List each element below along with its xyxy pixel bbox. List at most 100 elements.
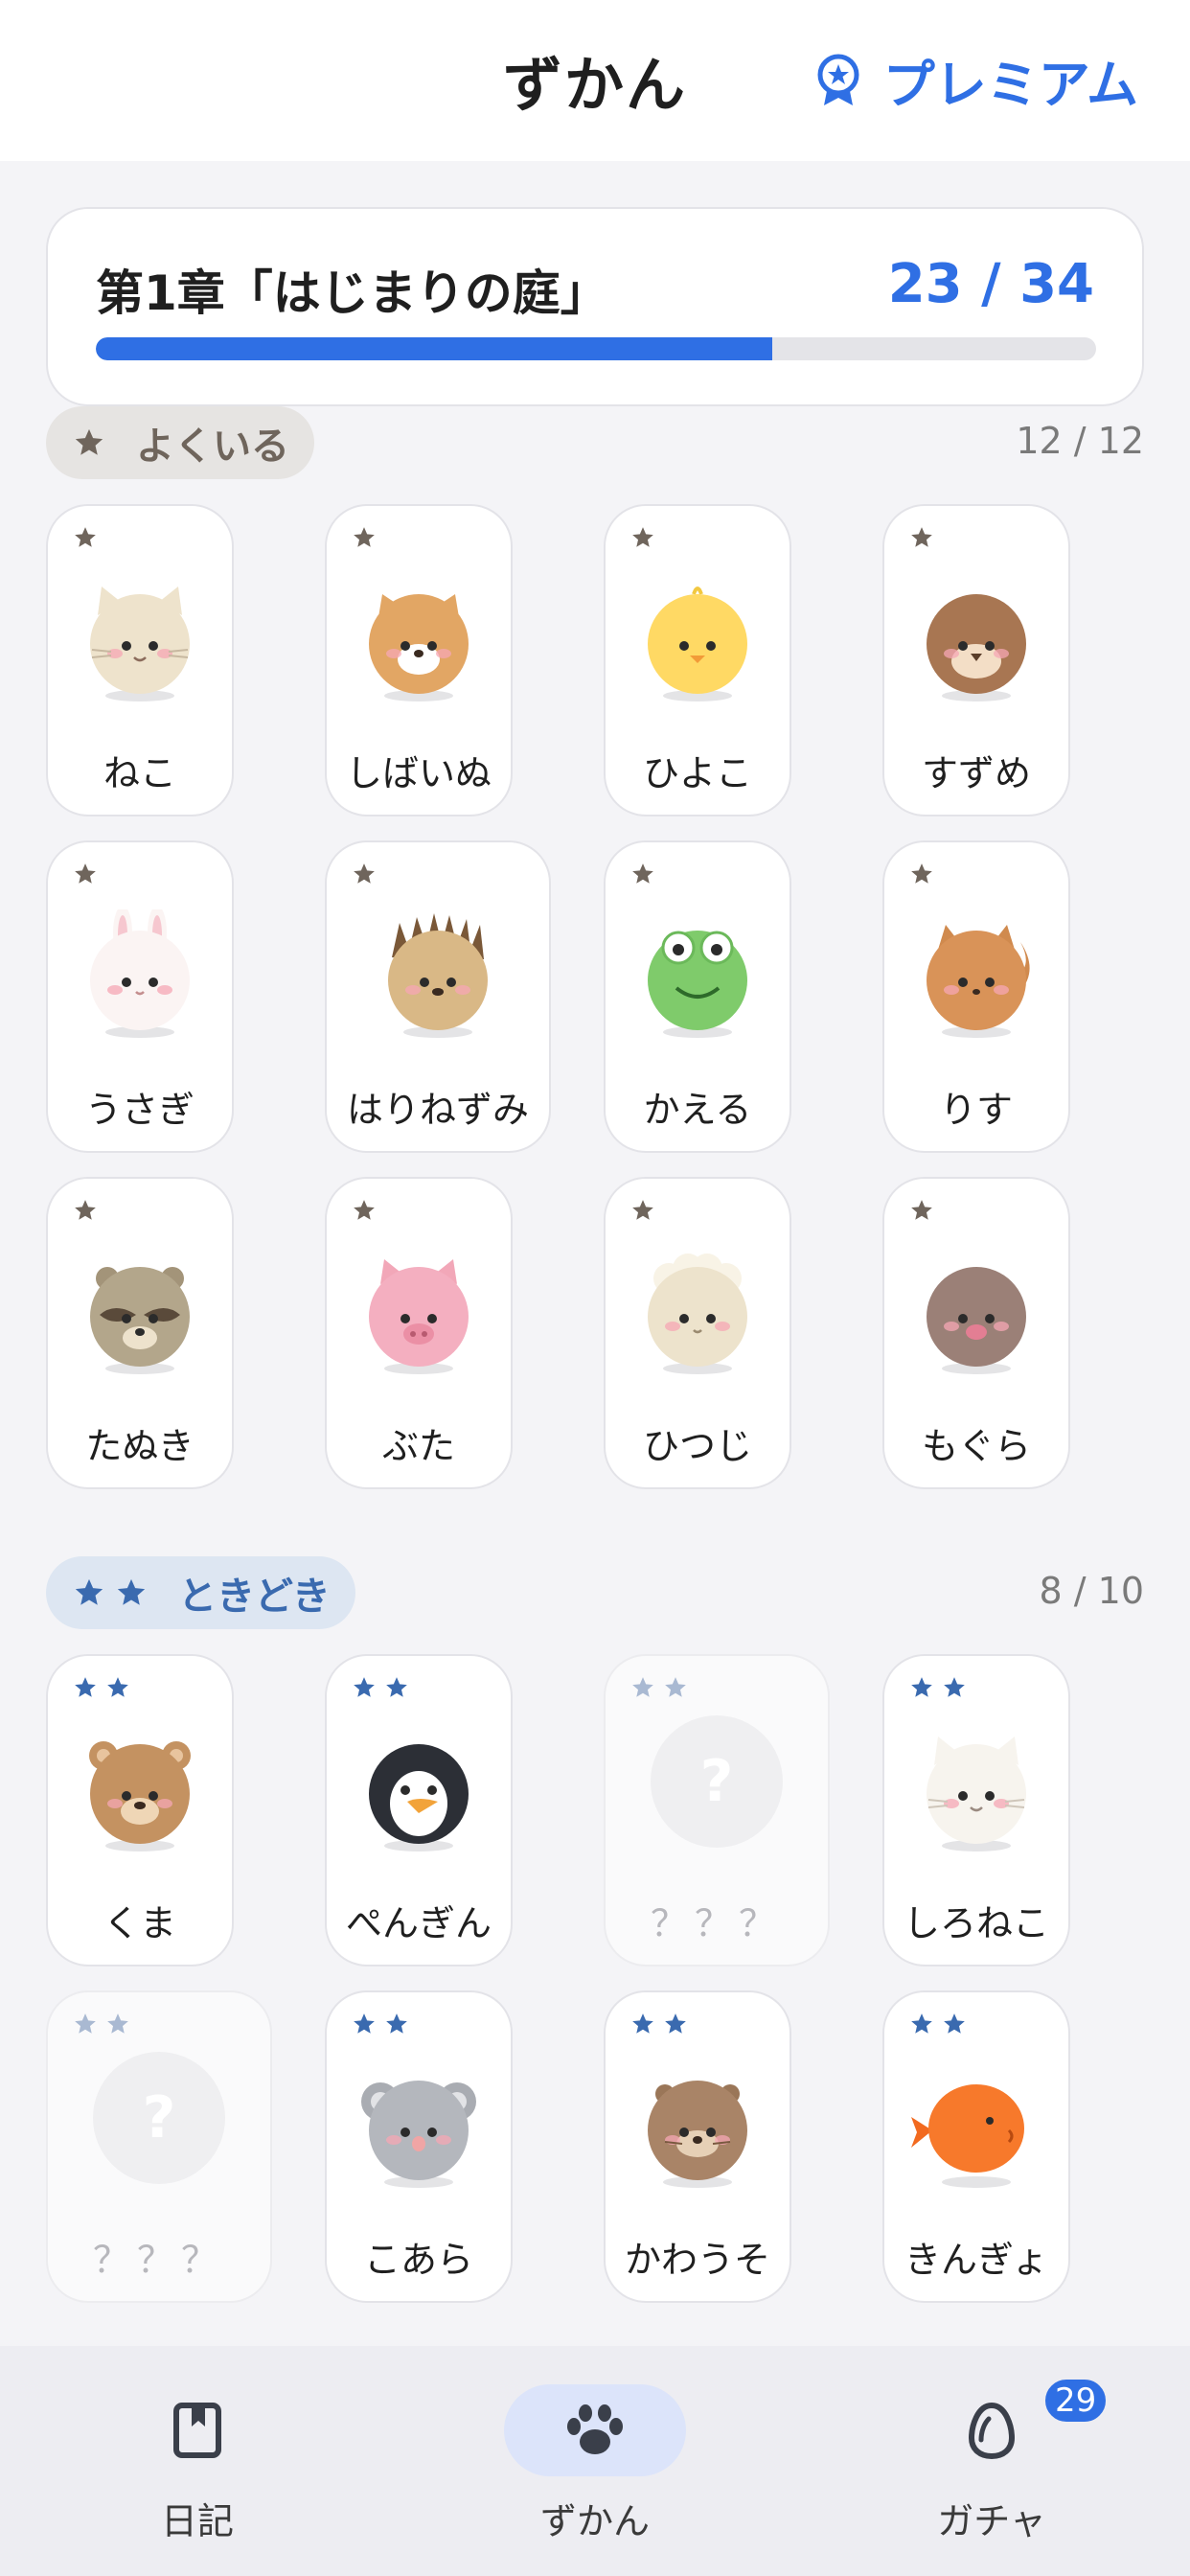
star-icon — [665, 2013, 686, 2034]
nav-label: ずかん — [539, 2500, 650, 2542]
card-name: ねこ — [103, 752, 176, 794]
rarity-pill-sometimes: ときどき — [46, 1556, 355, 1629]
section-header-common: よくいる 12 / 12 — [46, 406, 1144, 479]
card-rarity-stars — [630, 2012, 696, 2036]
star-icon — [632, 863, 653, 884]
zukan-card-shiba[interactable]: しばいぬ — [325, 504, 513, 816]
card-rarity-stars — [909, 1198, 942, 1223]
card-rarity-stars — [73, 862, 105, 886]
rabbit-avatar-icon — [90, 909, 190, 1038]
zukan-card-koala[interactable]: こあら — [325, 1990, 513, 2303]
card-rarity-stars — [630, 1675, 696, 1700]
card-name: ひつじ — [642, 1425, 752, 1467]
card-rarity-stars — [909, 525, 942, 550]
star-icon — [632, 1677, 653, 1697]
gacha-count-badge: 29 — [1042, 2377, 1110, 2425]
unknown-avatar-icon: ? — [93, 2052, 225, 2184]
nav-icon-container — [504, 2384, 686, 2476]
card-name: かわうそ — [624, 2239, 770, 2281]
whitecat-avatar-icon — [927, 1736, 1026, 1852]
zukan-card-bear[interactable]: くま — [46, 1654, 234, 1966]
section-count: 8 / 10 — [1039, 1570, 1145, 1612]
card-rarity-stars — [630, 1198, 663, 1223]
chapter-progress-fill — [96, 337, 773, 360]
card-name: すずめ — [921, 752, 1031, 794]
sheep-avatar-icon — [648, 1254, 747, 1374]
zukan-card-chick[interactable]: ひよこ — [604, 504, 791, 816]
zukan-card-otter[interactable]: かわうそ — [604, 1990, 791, 2303]
card-rarity-stars — [630, 862, 663, 886]
rarity-label: よくいる — [136, 425, 289, 469]
card-name: こあら — [363, 2239, 473, 2281]
card-rarity-stars — [73, 525, 105, 550]
app-header: ずかん プレミアム — [0, 0, 1190, 161]
star-icon — [911, 527, 932, 547]
otter-avatar-icon — [648, 2081, 747, 2188]
zukan-card-rabbit[interactable]: うさぎ — [46, 840, 234, 1153]
nav-label: ガチャ — [937, 2500, 1046, 2542]
rarity-stars — [73, 426, 115, 459]
card-rarity-stars — [73, 2012, 138, 2036]
card-name: しばいぬ — [345, 752, 492, 794]
card-name: ぶた — [381, 1425, 455, 1467]
premium-label: プレミアム — [882, 55, 1138, 115]
star-icon — [944, 2013, 965, 2034]
zukan-card-pig[interactable]: ぶた — [325, 1177, 513, 1489]
card-name: ？？？ — [92, 2239, 225, 2281]
star-icon — [75, 2013, 96, 2034]
zukan-card-cat[interactable]: ねこ — [46, 504, 234, 816]
zukan-card-frog[interactable]: かえる — [604, 840, 791, 1153]
zukan-card-goldfish[interactable]: きんぎょ — [882, 1990, 1070, 2303]
chapter-progress-bar — [96, 337, 1096, 360]
star-icon — [665, 1677, 686, 1697]
nav-item-gacha[interactable]: 29 ガチャ — [867, 2377, 1116, 2547]
nav-item-zukan[interactable]: ずかん — [470, 2384, 720, 2547]
card-rarity-stars — [352, 1198, 384, 1223]
medal-star-icon — [817, 54, 859, 105]
hedgehog-avatar-icon — [388, 913, 488, 1038]
star-icon — [354, 1200, 375, 1220]
zukan-card-locked[interactable]: ? ？？？ — [604, 1654, 830, 1966]
sparrow-avatar-icon — [927, 594, 1026, 702]
premium-button[interactable]: プレミアム — [814, 42, 1138, 118]
card-name: りす — [939, 1089, 1013, 1131]
chick-avatar-icon — [648, 586, 747, 702]
cat-avatar-icon — [90, 586, 190, 702]
card-rarity-stars — [73, 1198, 105, 1223]
zukan-card-whitecat[interactable]: しろねこ — [882, 1654, 1070, 1966]
card-rarity-stars — [909, 2012, 974, 2036]
unknown-avatar-icon: ? — [651, 1715, 783, 1848]
nav-label: 日記 — [160, 2500, 234, 2542]
zukan-card-sheep[interactable]: ひつじ — [604, 1177, 791, 1489]
zukan-card-tanuki[interactable]: たぬき — [46, 1177, 234, 1489]
star-icon — [632, 2013, 653, 2034]
card-name: しろねこ — [903, 1902, 1049, 1944]
pig-avatar-icon — [369, 1259, 469, 1374]
paw-icon — [567, 2404, 623, 2454]
bottom-navigation: 日記 ずかん 29 ガチャ — [0, 2346, 1190, 2576]
star-icon — [386, 2013, 407, 2034]
zukan-card-mole[interactable]: もぐら — [882, 1177, 1070, 1489]
star-icon — [911, 2013, 932, 2034]
card-rarity-stars — [352, 2012, 417, 2036]
shiba-avatar-icon — [369, 594, 469, 702]
nav-item-diary[interactable]: 日記 — [73, 2384, 322, 2547]
penguin-avatar-icon — [369, 1744, 469, 1852]
zukan-card-sparrow[interactable]: すずめ — [882, 504, 1070, 816]
star-icon — [75, 527, 96, 547]
zukan-card-hedgehog[interactable]: はりねずみ — [325, 840, 551, 1153]
card-name: たぬき — [85, 1425, 195, 1467]
star-icon — [107, 1677, 128, 1697]
card-rarity-stars — [909, 862, 942, 886]
chapter-progress-count: 23 / 34 — [887, 253, 1094, 315]
zukan-card-squirrel[interactable]: りす — [882, 840, 1070, 1153]
star-icon — [911, 1677, 932, 1697]
nav-icon-container — [106, 2384, 288, 2476]
star-icon — [75, 1200, 96, 1220]
zukan-card-penguin[interactable]: ぺんぎん — [325, 1654, 513, 1966]
star-icon — [354, 1677, 375, 1697]
diary-book-icon — [173, 2403, 221, 2458]
star-icon — [632, 527, 653, 547]
zukan-card-locked[interactable]: ? ？？？ — [46, 1990, 272, 2303]
squirrel-avatar-icon — [927, 925, 1030, 1038]
